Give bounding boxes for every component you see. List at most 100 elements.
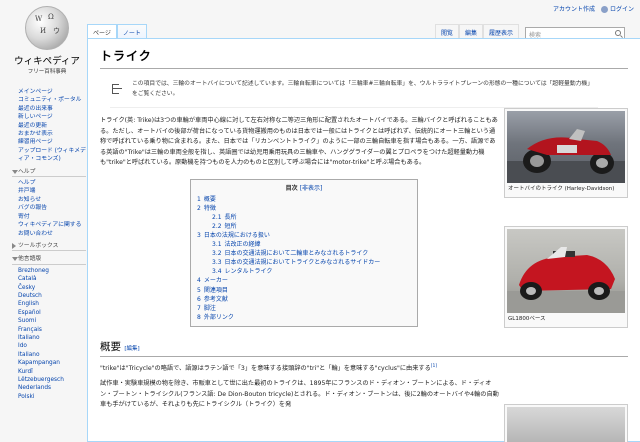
toc-entry-label: 法改正の経緯 bbox=[224, 241, 261, 249]
disambiguation-hatnote: この項目では、三輪のオートバイについて記述しています。三輪自転車については「三輪… bbox=[110, 79, 598, 108]
toc-entry-number: 3.3 bbox=[212, 259, 222, 267]
sidebar-lang-link[interactable]: Česky bbox=[12, 284, 86, 292]
section-paragraph-text: "trike"は"Tricycle"の略語で、語源はラテン語で「3」を意味する接… bbox=[100, 364, 431, 372]
sidebar-help: ヘルプ 井戸端 お知らせ バグの報告 寄付 ウィキペディアに関するお問い合わせ bbox=[12, 179, 86, 238]
sidebar-lang-link[interactable]: Italiano bbox=[12, 334, 86, 342]
sidebar-item-recent-changes[interactable]: 最近の更新 bbox=[12, 122, 86, 130]
sidebar-help-heading[interactable]: ヘルプ bbox=[12, 168, 86, 178]
toc-entry[interactable]: 6 参考文献 bbox=[197, 295, 411, 304]
toc-entry-label: 脚注 bbox=[203, 304, 216, 312]
toc-entry-label: 関連項目 bbox=[203, 286, 228, 294]
hatnote-text: この項目では、三輪のオートバイについて記述しています。三輪自転車については「三輪… bbox=[132, 81, 594, 97]
toc-entry-number: 2.1 bbox=[212, 213, 222, 221]
toc-entry[interactable]: 2.1 長所 bbox=[197, 213, 411, 222]
toc-entry[interactable]: 3.1 法改正の経緯 bbox=[197, 240, 411, 249]
page-title: トライク bbox=[100, 47, 628, 69]
sidebar-toolbox-heading[interactable]: ツールボックス bbox=[12, 242, 86, 252]
toc-entry[interactable]: 2.2 短所 bbox=[197, 222, 411, 231]
toc-toggle-link[interactable]: [非表示] bbox=[300, 185, 323, 192]
toc-entry[interactable]: 3.4 レンタルトライク bbox=[197, 267, 411, 276]
reference-link[interactable]: [1] bbox=[431, 364, 437, 369]
toc-entry-number: 3.4 bbox=[212, 268, 222, 276]
section-paragraph: 試作車・実験車規模の物を除き、市販車として世に出た最初のトライクは、1895年に… bbox=[100, 380, 499, 409]
login-link[interactable]: ログイン bbox=[600, 4, 634, 13]
toc-entry[interactable]: 3.2 日本の交通法規において二輪車とみなされるトライク bbox=[197, 249, 411, 258]
sidebar-lang-link[interactable]: Nederlands bbox=[12, 384, 86, 392]
toc-entry[interactable]: 3 日本の法規における扱い bbox=[197, 231, 411, 240]
sidebar-lang-link[interactable]: Polski bbox=[12, 393, 86, 401]
toc-entry[interactable]: 1 概要 bbox=[197, 195, 411, 204]
sidebar-lang-link[interactable]: Suomi bbox=[12, 317, 86, 325]
sidebar-item-contact[interactable]: ウィキペディアに関するお問い合わせ bbox=[12, 221, 86, 238]
sidebar-lang-link[interactable]: Italiano bbox=[12, 351, 86, 359]
toc-title: 目次 bbox=[285, 184, 298, 192]
trike-photo-image[interactable] bbox=[507, 111, 625, 183]
sidebar-item-village-pump[interactable]: 井戸端 bbox=[12, 187, 86, 195]
sidebar-lang-link[interactable]: Kapampangan bbox=[12, 359, 86, 367]
sidebar-navigation: メインページ コミュニティ・ポータル 最近の出来事 新しいページ 最近の更新 お… bbox=[12, 88, 86, 164]
search-input[interactable]: 検索 bbox=[525, 26, 626, 39]
trike-photo-illustration bbox=[507, 129, 625, 183]
sidebar-item-upload[interactable]: アップロード (ウィキメディア・コモンズ) bbox=[12, 147, 86, 164]
thumbnail-partial bbox=[504, 404, 628, 442]
sidebar-item-sandbox[interactable]: 練習用ページ bbox=[12, 138, 86, 146]
sidebar-item-donate[interactable]: 寄付 bbox=[12, 213, 86, 221]
wikipedia-logo[interactable]: W Ω И ウ ウィキペディア フリー百科事典 bbox=[8, 6, 86, 86]
sidebar-lang-link[interactable]: Lëtzebuergesch bbox=[12, 376, 86, 384]
toc-entry-label: 日本の交通法規において二輪車とみなされるトライク bbox=[224, 250, 369, 258]
create-account-link[interactable]: アカウント作成 bbox=[553, 4, 595, 13]
section-edit-link[interactable]: [編集] bbox=[124, 346, 139, 352]
gl1800-photo-image[interactable] bbox=[507, 229, 625, 313]
toc-entry-label: 日本の交通法規においてトライクとみなされるサイドカー bbox=[224, 259, 381, 267]
thumbnail-harley-trike: オートバイのトライク (Harley-Davidson) bbox=[504, 108, 628, 198]
toc-entry-number: 2 bbox=[197, 204, 201, 212]
toc-entry-number: 7 bbox=[197, 304, 201, 312]
toc-entry-number: 6 bbox=[197, 295, 201, 303]
section-heading-overview: 概要 [編集] bbox=[100, 339, 628, 357]
sidebar-lang-link[interactable]: English bbox=[12, 300, 86, 308]
sidebar: メインページ コミュニティ・ポータル 最近の出来事 新しいページ 最近の更新 お… bbox=[0, 88, 86, 405]
toc-entry-label: 参考文献 bbox=[203, 295, 228, 303]
thumbnail-gl1800-trike: GL1800ベース bbox=[504, 226, 628, 328]
toc-entry-number: 8 bbox=[197, 313, 201, 321]
logo-subtitle: フリー百科事典 bbox=[27, 69, 67, 75]
sidebar-item-help[interactable]: ヘルプ bbox=[12, 179, 86, 187]
toc-entry[interactable]: 4 メーカー bbox=[197, 276, 411, 285]
sidebar-item-current-events[interactable]: 最近の出来事 bbox=[12, 105, 86, 113]
toc-entry-label: 日本の法規における扱い bbox=[203, 231, 270, 239]
toc-header: 目次 [非表示] bbox=[197, 184, 411, 193]
toc-entry-number: 5 bbox=[197, 286, 201, 294]
sidebar-lang-link[interactable]: Español bbox=[12, 309, 86, 317]
sidebar-item-main-page[interactable]: メインページ bbox=[12, 88, 86, 96]
logo-title: ウィキペディア bbox=[14, 56, 80, 67]
toc-entry-label: レンタルトライク bbox=[224, 268, 273, 276]
toc-entry[interactable]: 3.3 日本の交通法規においてトライクとみなされるサイドカー bbox=[197, 258, 411, 267]
sidebar-lang-link[interactable]: Français bbox=[12, 326, 86, 334]
toc-entry-number: 3 bbox=[197, 231, 201, 239]
table-of-contents: 目次 [非表示] 1 概要 2 特徴 2.1 長所 2.2 短所 3 日本の法規における扱い 3.1… bbox=[190, 178, 418, 327]
toc-list: 1 概要 2 特徴 2.1 長所 2.2 短所 3 日本の法規における扱い 3.1 法改正の経緯 3.2… bbox=[197, 195, 411, 322]
toc-entry-number: 1 bbox=[197, 195, 201, 203]
sidebar-item-announcements[interactable]: お知らせ bbox=[12, 196, 86, 204]
sidebar-lang-link[interactable]: Deutsch bbox=[12, 292, 86, 300]
sidebar-lang-link[interactable]: Ido bbox=[12, 342, 86, 350]
sidebar-item-community-portal[interactable]: コミュニティ・ポータル bbox=[12, 96, 86, 104]
partial-photo-image[interactable] bbox=[507, 407, 625, 442]
sidebar-item-bug-report[interactable]: バグの報告 bbox=[12, 204, 86, 212]
toc-entry[interactable]: 2 特徴 bbox=[197, 204, 411, 213]
sidebar-lang-link[interactable]: Brezhoneg bbox=[12, 267, 86, 275]
lead-paragraph: トライク(英: Trike)は3つの車輪が車両中心線に対して左右対称な二等辺三角… bbox=[100, 117, 498, 166]
sidebar-languages-heading[interactable]: 他言語版 bbox=[12, 255, 86, 265]
sidebar-item-random-page[interactable]: おまかせ表示 bbox=[12, 130, 86, 138]
section-paragraph: "trike"は"Tricycle"の略語で、語源はラテン語で「3」を意味する接… bbox=[100, 362, 500, 375]
toc-entry-label: 短所 bbox=[224, 222, 237, 230]
toc-entry-number: 3.1 bbox=[212, 241, 222, 249]
toc-entry-number: 3.2 bbox=[212, 250, 222, 258]
toc-entry[interactable]: 7 脚注 bbox=[197, 304, 411, 313]
sidebar-item-new-pages[interactable]: 新しいページ bbox=[12, 113, 86, 121]
toc-entry[interactable]: 8 外部リンク bbox=[197, 313, 411, 322]
toc-entry[interactable]: 5 関連項目 bbox=[197, 286, 411, 295]
sidebar-lang-link[interactable]: Kurdî bbox=[12, 368, 86, 376]
sidebar-lang-link[interactable]: Català bbox=[12, 275, 86, 283]
search-icon[interactable] bbox=[615, 29, 622, 36]
